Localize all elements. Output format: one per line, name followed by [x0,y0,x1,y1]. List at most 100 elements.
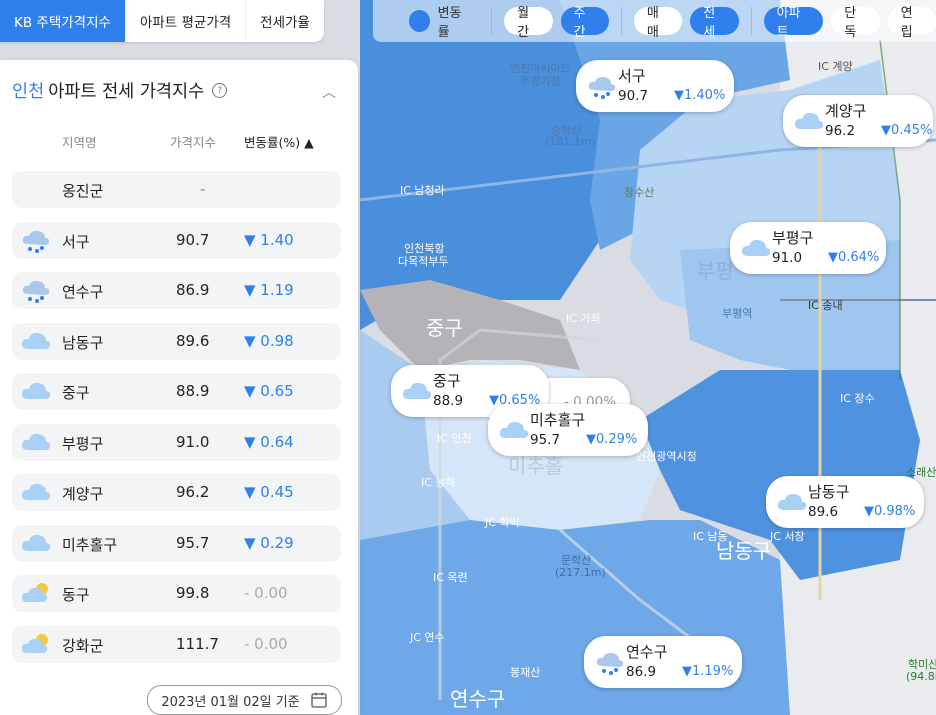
region-row[interactable]: 강화군 111.7 - 0.00 [12,625,341,663]
map-bubble-district[interactable]: 연수구 86.9 ▼1.19% [584,636,742,688]
region-name: 계양구 [62,485,104,503]
tab-kb-index[interactable]: KB 주택가격지수 [0,0,125,42]
region-change: ▼ 0.65 [244,382,294,400]
rain-cloud-icon [20,228,52,253]
region-index: 89.6 [176,331,210,350]
region-change: ▼ 1.19 [244,281,294,299]
map-label-port-sub: 다목적부두 [398,255,449,268]
type-detached-button[interactable]: 단독 [831,6,880,40]
date-picker[interactable]: 2023년 01월 02일 기준 [147,685,342,715]
type-rowhouse-button[interactable]: 연립 [887,6,936,40]
bubble-change: ▼0.29% [586,432,638,447]
tab-jeonse-ratio[interactable]: 전세가율 [245,0,324,42]
region-index: 95.7 [176,533,210,552]
bubble-change: ▼0.64% [828,250,880,265]
map-label-jc2: JC 연수 [410,631,445,644]
panel-title: 인천 아파트 전세 가격지수 ? [12,78,228,103]
help-icon[interactable]: ? [212,83,228,98]
region-row[interactable]: 동구 99.8 - 0.00 [12,575,341,612]
map-bubble-district[interactable]: 남동구 89.6 ▼0.98% [766,476,924,528]
tab-apt-avg-price[interactable]: 아파트 평균가격 [124,0,245,42]
bubble-index: 91.0 [772,250,803,266]
bubble-change: ▼1.19% [682,664,734,679]
region-index: 99.8 [176,584,210,602]
region-row[interactable]: 남동구 89.6 ▼ 0.98 [12,322,341,360]
map-label-ic-incheon: IC 인천 [437,432,472,445]
region-list-panel: 인천 아파트 전세 가격지수 ? ︿ 지역명 가격지수 변동률(%) ▲ 옹진군… [0,60,358,715]
panel-title-text: 아파트 전세 가격지수 [48,82,205,102]
map-label-ic-neunghae: IC 능해 [421,476,456,489]
map-label-bupyeong-stn: 부평역 [722,307,753,320]
region-name: 옹진군 [62,182,104,200]
bubble-index: 89.6 [808,504,839,520]
map-label-ic-songnae: IC 송내 [808,299,843,312]
region-row[interactable]: 부평구 91.0 ▼ 0.64 [12,423,341,461]
map-bubble-district[interactable]: 부평구 91.0 ▼0.64% [730,222,886,274]
region-change: ▼ 0.29 [244,533,294,552]
region-row[interactable]: 서구 90.7 ▼ 1.40 [12,221,341,259]
map-bubble-district[interactable]: 계양구 96.2 ▼0.45% [783,95,933,147]
map-label-city-hall: 인천광역시청 [636,450,697,463]
sun-cloud-icon [20,632,52,656]
trade-jeonse-button[interactable]: 전세 [690,6,739,40]
region-row[interactable]: 중구 88.9 ▼ 0.65 [12,373,341,410]
region-index: 90.7 [176,230,210,249]
legend-label: 변동률 [437,6,462,40]
region-row[interactable]: 옹진군 - [12,171,341,208]
sun-cloud-icon [20,581,52,605]
map-district-jung: 중구 [426,316,463,340]
divider [491,7,493,35]
period-weekly-button[interactable]: 주간 [560,6,609,40]
map-district-namdong: 남동구 [716,539,772,563]
map-label-ic-jangsu: IC 장수 [840,392,875,405]
region-change: - 0.00 [244,584,288,602]
region-row[interactable]: 연수구 86.9 ▼ 1.19 [12,272,341,309]
region-index: 91.0 [176,432,210,451]
map-toolbar: 변동률 월간 주간 매매 전세 아파트 단독 연립 [373,0,936,42]
region-change: ▼ 1.40 [244,230,294,249]
period-monthly-button[interactable]: 월간 [504,6,553,40]
bubble-change: ▼1.40% [674,88,726,103]
bubble-change: ▼0.98% [864,504,916,519]
region-name: 강화군 [62,636,104,655]
bubble-index: 88.9 [433,393,464,409]
cloud-icon [20,379,52,403]
map-label-ic: IC 남청라 [400,184,445,197]
map-label-ic-gyeyang: IC 계양 [818,60,853,73]
map-label-jc-seochang: JC 서창 [770,530,805,543]
cloud-icon [20,480,52,504]
bubble-district-name: 중구 [433,372,461,390]
trade-sale-button[interactable]: 매매 [633,6,683,40]
region-row[interactable]: 미추홀구 95.7 ▼ 0.29 [12,524,341,562]
map-bubble-district[interactable]: 서구 90.7 ▼1.40% [576,60,734,112]
divider [750,7,752,35]
region-row[interactable]: 계양구 96.2 ▼ 0.45 [12,474,341,511]
type-apartment-button[interactable]: 아파트 [763,6,824,40]
map-label-ic-ongnyeon: IC 옥련 [433,571,468,584]
bubble-index: 96.2 [825,123,856,139]
map-label-mountain2: 장수산 [624,186,655,199]
region-change: - 0.00 [244,634,288,653]
map-label-bongjae: 봉재산 [510,666,541,679]
region-index: 86.9 [176,281,210,299]
region-name: 중구 [62,384,90,402]
bubble-district-name: 서구 [618,67,646,85]
region-index: 88.9 [176,382,210,400]
legend-color-dot [409,10,430,32]
bubble-index: 90.7 [618,88,649,104]
region-name: 부평구 [62,434,104,453]
region-index: - [200,180,206,198]
region-name: 동구 [62,586,90,604]
map-label-munhak-height: (217.1m) [555,566,606,579]
cloud-icon [20,531,52,555]
region-change: ▼ 0.64 [244,432,294,451]
header-change-sort[interactable]: 변동률(%) ▲ [244,132,314,151]
map-label-mountain-height: (101.1m) [545,135,596,148]
header-region: 지역명 [62,135,97,150]
bubble-district-name: 부평구 [772,229,814,247]
map-bubble-district[interactable]: 미추홀구 95.7 ▼0.29% [488,404,648,456]
date-label: 2023년 01월 02일 기준 [161,694,300,710]
bubble-index: 86.9 [626,664,657,680]
chevron-up-icon[interactable]: ︿ [322,82,336,102]
bubble-change: ▼0.45% [881,123,933,138]
